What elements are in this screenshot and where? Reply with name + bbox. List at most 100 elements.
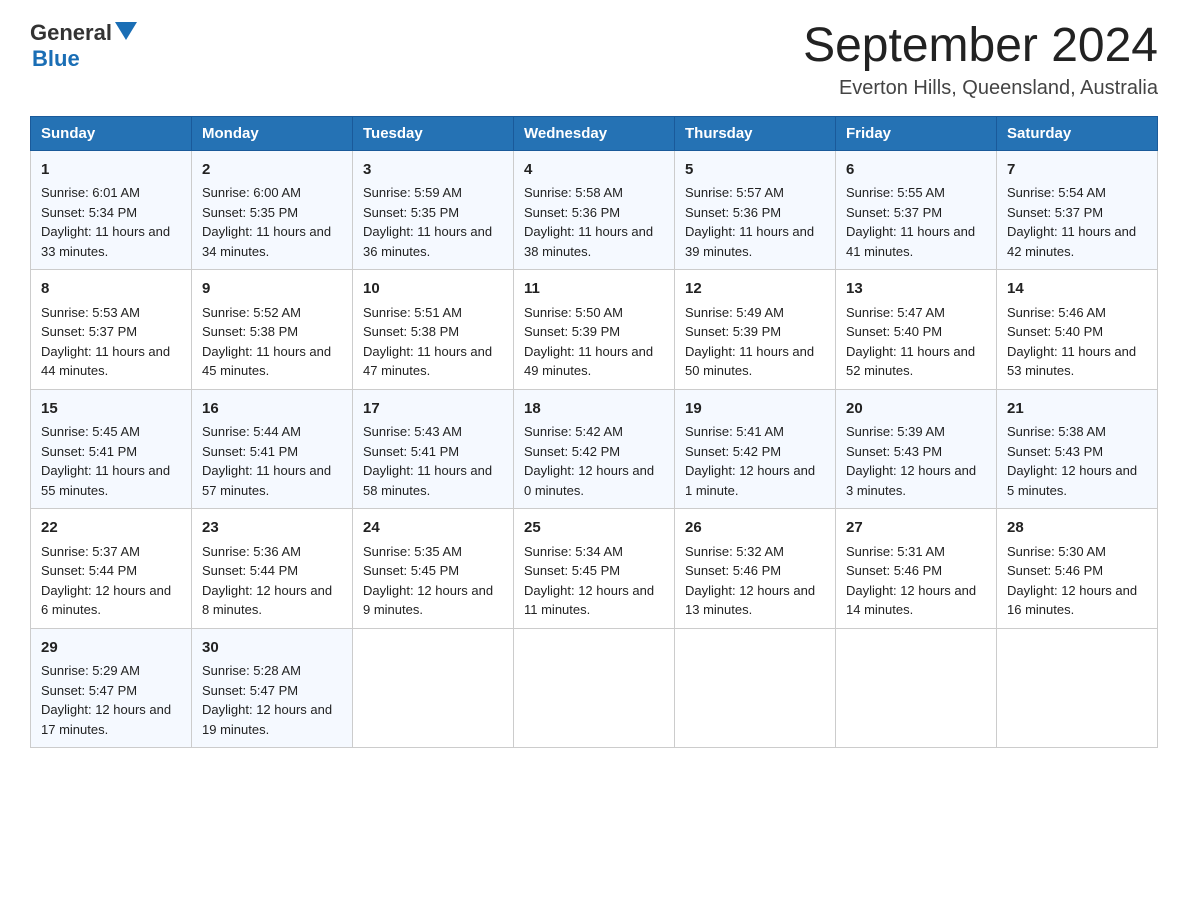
- calendar-day-cell: 10 Sunrise: 5:51 AM Sunset: 5:38 PM Dayl…: [353, 270, 514, 390]
- calendar-day-cell: 6 Sunrise: 5:55 AM Sunset: 5:37 PM Dayli…: [836, 150, 997, 270]
- calendar-day-cell: [675, 628, 836, 748]
- sunset-info: Sunset: 5:45 PM: [363, 563, 459, 578]
- calendar-day-cell: 24 Sunrise: 5:35 AM Sunset: 5:45 PM Dayl…: [353, 509, 514, 629]
- sunset-info: Sunset: 5:36 PM: [685, 205, 781, 220]
- calendar-day-cell: [997, 628, 1158, 748]
- calendar-day-cell: 28 Sunrise: 5:30 AM Sunset: 5:46 PM Dayl…: [997, 509, 1158, 629]
- sunrise-info: Sunrise: 5:58 AM: [524, 185, 623, 200]
- calendar-day-cell: 19 Sunrise: 5:41 AM Sunset: 5:42 PM Dayl…: [675, 389, 836, 509]
- calendar-day-cell: 20 Sunrise: 5:39 AM Sunset: 5:43 PM Dayl…: [836, 389, 997, 509]
- day-number: 5: [685, 159, 825, 182]
- day-number: 2: [202, 159, 342, 182]
- day-number: 29: [41, 637, 181, 660]
- day-number: 16: [202, 398, 342, 421]
- sunset-info: Sunset: 5:35 PM: [363, 205, 459, 220]
- sunrise-info: Sunrise: 5:50 AM: [524, 305, 623, 320]
- sunset-info: Sunset: 5:42 PM: [685, 444, 781, 459]
- sunset-info: Sunset: 5:46 PM: [685, 563, 781, 578]
- sunset-info: Sunset: 5:40 PM: [846, 324, 942, 339]
- sunrise-info: Sunrise: 5:52 AM: [202, 305, 301, 320]
- day-number: 10: [363, 278, 503, 301]
- daylight-info: Daylight: 11 hours and 33 minutes.: [41, 224, 170, 259]
- day-number: 1: [41, 159, 181, 182]
- daylight-info: Daylight: 12 hours and 6 minutes.: [41, 583, 171, 618]
- sunrise-info: Sunrise: 6:00 AM: [202, 185, 301, 200]
- col-sunday: Sunday: [31, 116, 192, 150]
- daylight-info: Daylight: 12 hours and 17 minutes.: [41, 702, 171, 737]
- calendar-day-cell: 21 Sunrise: 5:38 AM Sunset: 5:43 PM Dayl…: [997, 389, 1158, 509]
- sunrise-info: Sunrise: 5:57 AM: [685, 185, 784, 200]
- daylight-info: Daylight: 12 hours and 8 minutes.: [202, 583, 332, 618]
- sunrise-info: Sunrise: 5:47 AM: [846, 305, 945, 320]
- sunrise-info: Sunrise: 5:53 AM: [41, 305, 140, 320]
- daylight-info: Daylight: 12 hours and 0 minutes.: [524, 463, 654, 498]
- sunrise-info: Sunrise: 5:29 AM: [41, 663, 140, 678]
- day-number: 30: [202, 637, 342, 660]
- calendar-day-cell: 15 Sunrise: 5:45 AM Sunset: 5:41 PM Dayl…: [31, 389, 192, 509]
- calendar-week-row: 8 Sunrise: 5:53 AM Sunset: 5:37 PM Dayli…: [31, 270, 1158, 390]
- daylight-info: Daylight: 12 hours and 3 minutes.: [846, 463, 976, 498]
- sunrise-info: Sunrise: 5:54 AM: [1007, 185, 1106, 200]
- logo-general-text: General: [30, 20, 112, 46]
- sunrise-info: Sunrise: 5:36 AM: [202, 544, 301, 559]
- calendar-day-cell: 5 Sunrise: 5:57 AM Sunset: 5:36 PM Dayli…: [675, 150, 836, 270]
- sunset-info: Sunset: 5:39 PM: [685, 324, 781, 339]
- daylight-info: Daylight: 12 hours and 1 minute.: [685, 463, 815, 498]
- sunrise-info: Sunrise: 5:45 AM: [41, 424, 140, 439]
- col-friday: Friday: [836, 116, 997, 150]
- sunrise-info: Sunrise: 5:42 AM: [524, 424, 623, 439]
- sunrise-info: Sunrise: 5:30 AM: [1007, 544, 1106, 559]
- sunrise-info: Sunrise: 5:31 AM: [846, 544, 945, 559]
- calendar-day-cell: 11 Sunrise: 5:50 AM Sunset: 5:39 PM Dayl…: [514, 270, 675, 390]
- daylight-info: Daylight: 11 hours and 36 minutes.: [363, 224, 492, 259]
- day-number: 6: [846, 159, 986, 182]
- header-row: Sunday Monday Tuesday Wednesday Thursday…: [31, 116, 1158, 150]
- day-number: 21: [1007, 398, 1147, 421]
- daylight-info: Daylight: 11 hours and 42 minutes.: [1007, 224, 1136, 259]
- sunset-info: Sunset: 5:42 PM: [524, 444, 620, 459]
- logo: General Blue: [30, 20, 137, 72]
- col-thursday: Thursday: [675, 116, 836, 150]
- day-number: 8: [41, 278, 181, 301]
- logo-blue-text: Blue: [32, 46, 137, 72]
- daylight-info: Daylight: 11 hours and 50 minutes.: [685, 344, 814, 379]
- sunset-info: Sunset: 5:34 PM: [41, 205, 137, 220]
- sunrise-info: Sunrise: 5:39 AM: [846, 424, 945, 439]
- header: General Blue September 2024 Everton Hill…: [30, 20, 1158, 100]
- main-title: September 2024: [803, 20, 1158, 73]
- sunset-info: Sunset: 5:43 PM: [1007, 444, 1103, 459]
- sunrise-info: Sunrise: 5:34 AM: [524, 544, 623, 559]
- calendar-day-cell: [514, 628, 675, 748]
- sunrise-info: Sunrise: 5:59 AM: [363, 185, 462, 200]
- sunset-info: Sunset: 5:43 PM: [846, 444, 942, 459]
- daylight-info: Daylight: 11 hours and 55 minutes.: [41, 463, 170, 498]
- sunrise-info: Sunrise: 5:43 AM: [363, 424, 462, 439]
- day-number: 23: [202, 517, 342, 540]
- sunset-info: Sunset: 5:46 PM: [846, 563, 942, 578]
- day-number: 13: [846, 278, 986, 301]
- calendar-body: 1 Sunrise: 6:01 AM Sunset: 5:34 PM Dayli…: [31, 150, 1158, 748]
- calendar-week-row: 1 Sunrise: 6:01 AM Sunset: 5:34 PM Dayli…: [31, 150, 1158, 270]
- sunset-info: Sunset: 5:41 PM: [363, 444, 459, 459]
- sunset-info: Sunset: 5:40 PM: [1007, 324, 1103, 339]
- day-number: 22: [41, 517, 181, 540]
- calendar-day-cell: [353, 628, 514, 748]
- sunset-info: Sunset: 5:44 PM: [41, 563, 137, 578]
- sunrise-info: Sunrise: 5:44 AM: [202, 424, 301, 439]
- subtitle: Everton Hills, Queensland, Australia: [803, 77, 1158, 100]
- sunset-info: Sunset: 5:46 PM: [1007, 563, 1103, 578]
- day-number: 18: [524, 398, 664, 421]
- day-number: 26: [685, 517, 825, 540]
- sunset-info: Sunset: 5:45 PM: [524, 563, 620, 578]
- sunrise-info: Sunrise: 5:35 AM: [363, 544, 462, 559]
- calendar-day-cell: 2 Sunrise: 6:00 AM Sunset: 5:35 PM Dayli…: [192, 150, 353, 270]
- calendar-day-cell: 17 Sunrise: 5:43 AM Sunset: 5:41 PM Dayl…: [353, 389, 514, 509]
- daylight-info: Daylight: 11 hours and 41 minutes.: [846, 224, 975, 259]
- calendar-week-row: 22 Sunrise: 5:37 AM Sunset: 5:44 PM Dayl…: [31, 509, 1158, 629]
- calendar-day-cell: 7 Sunrise: 5:54 AM Sunset: 5:37 PM Dayli…: [997, 150, 1158, 270]
- calendar-day-cell: 22 Sunrise: 5:37 AM Sunset: 5:44 PM Dayl…: [31, 509, 192, 629]
- col-tuesday: Tuesday: [353, 116, 514, 150]
- calendar-day-cell: 26 Sunrise: 5:32 AM Sunset: 5:46 PM Dayl…: [675, 509, 836, 629]
- sunset-info: Sunset: 5:37 PM: [1007, 205, 1103, 220]
- sunset-info: Sunset: 5:38 PM: [363, 324, 459, 339]
